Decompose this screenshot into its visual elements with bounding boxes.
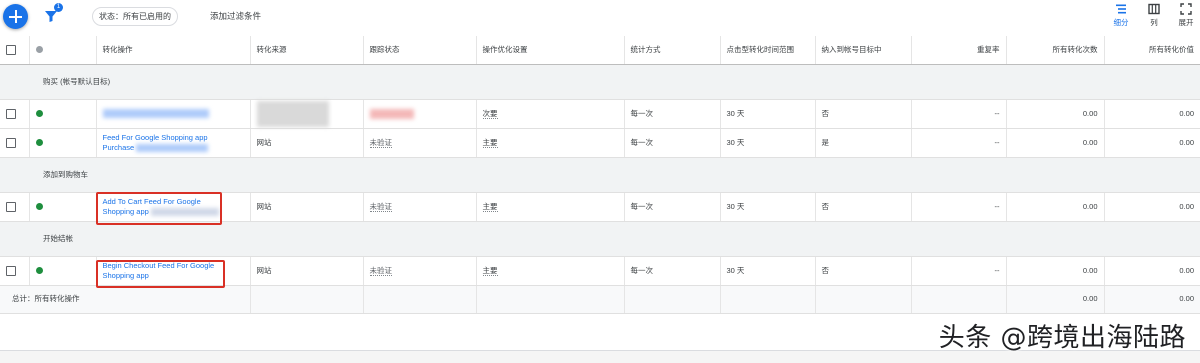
source-cell: 网站 xyxy=(250,256,364,286)
repeat-cell: -- xyxy=(911,99,1007,129)
total-label: 总计：所有转化操作 xyxy=(0,285,251,314)
status-dot-icon xyxy=(35,46,43,54)
row-checkbox[interactable] xyxy=(6,201,16,212)
window-cell: 30 天 xyxy=(720,192,816,222)
redacted-action-name xyxy=(102,109,209,119)
redacted-action-suffix xyxy=(136,143,209,152)
columns-icon xyxy=(1148,3,1160,15)
include-cell: 是 xyxy=(815,128,912,158)
repeat-cell: -- xyxy=(911,256,1007,286)
window-cell: 30 天 xyxy=(720,128,816,158)
select-all-checkbox[interactable] xyxy=(6,44,16,55)
segment-button[interactable]: 细分 xyxy=(1108,3,1134,28)
optimization-cell[interactable]: 次要 xyxy=(476,99,625,129)
section-title: 开始结帐 xyxy=(0,221,1200,257)
enabled-status-icon xyxy=(35,110,43,118)
include-cell: 否 xyxy=(815,256,912,286)
enabled-status-icon xyxy=(35,203,43,211)
section-title: 购买 (帐号默认目标) xyxy=(0,64,1200,100)
columns-button[interactable]: 列 xyxy=(1141,3,1167,28)
repeat-cell: -- xyxy=(911,192,1007,222)
all-conv-cell: 0.00 xyxy=(1006,256,1105,286)
tracking-cell: 未验证 xyxy=(363,192,477,222)
optimization-cell[interactable]: 主要 xyxy=(476,128,625,158)
action-link[interactable]: Feed For Google Shopping app xyxy=(103,133,244,143)
source-cell: 网站 xyxy=(250,128,364,158)
tracking-cell xyxy=(363,99,477,129)
watermark: 头条 @跨境出海陆路 xyxy=(938,323,1186,353)
highlight-box xyxy=(96,192,222,225)
include-cell: 否 xyxy=(815,192,912,222)
segment-icon xyxy=(1116,4,1126,14)
all-value-cell: 0.00 xyxy=(1104,99,1200,129)
all-value-cell: 0.00 xyxy=(1104,256,1200,286)
expand-label: 展开 xyxy=(1178,18,1194,27)
optimization-cell[interactable]: 主要 xyxy=(476,256,625,286)
window-cell: 30 天 xyxy=(720,256,816,286)
header-status xyxy=(29,36,97,65)
section-title: 添加到购物车 xyxy=(0,157,1200,193)
expand-button[interactable]: 展开 xyxy=(1173,3,1199,28)
segment-label: 细分 xyxy=(1113,18,1129,27)
toolbar: 1 状态：所有已启用的 添加过滤条件 细分 列 展开 xyxy=(0,0,1200,36)
row-checkbox[interactable] xyxy=(6,108,16,119)
counting-cell: 每一次 xyxy=(624,99,721,129)
all-conv-cell: 0.00 xyxy=(1006,99,1105,129)
col-counting[interactable]: 统计方式 xyxy=(624,36,721,65)
source-cell xyxy=(250,99,364,129)
col-source[interactable]: 转化来源 xyxy=(250,36,364,65)
section-header-begin-checkout: 开始结帐 xyxy=(0,221,1200,257)
enabled-status-icon xyxy=(35,267,43,275)
col-optimization[interactable]: 操作优化设置 xyxy=(476,36,625,65)
counting-cell: 每一次 xyxy=(624,128,721,158)
col-all-conversions[interactable]: 所有转化次数 xyxy=(1006,36,1105,65)
col-all-conv-value[interactable]: 所有转化价值 xyxy=(1104,36,1200,65)
row-checkbox[interactable] xyxy=(6,137,16,148)
columns-label: 列 xyxy=(1150,18,1158,27)
section-header-add-to-cart: 添加到购物车 xyxy=(0,157,1200,193)
include-cell: 否 xyxy=(815,99,912,129)
redacted-tracking xyxy=(369,108,414,119)
redacted-source xyxy=(256,100,329,127)
total-row: 总计：所有转化操作 0.00 0.00 xyxy=(0,285,1200,314)
action-link-line2[interactable]: Purchase xyxy=(103,143,244,153)
enabled-status-icon xyxy=(35,139,43,147)
counting-cell: 每一次 xyxy=(624,256,721,286)
table-row[interactable]: Feed For Google Shopping app Purchase 网站… xyxy=(0,128,1200,158)
add-filter-link[interactable]: 添加过滤条件 xyxy=(210,7,261,26)
header-row: 转化操作 转化来源 跟踪状态 操作优化设置 统计方式 点击型转化时间范围 纳入到… xyxy=(0,36,1200,65)
optimization-cell[interactable]: 主要 xyxy=(476,192,625,222)
window-cell: 30 天 xyxy=(720,99,816,129)
add-icon[interactable] xyxy=(3,4,28,29)
col-tracking-status[interactable]: 跟踪状态 xyxy=(363,36,477,65)
col-click-window[interactable]: 点击型转化时间范围 xyxy=(720,36,816,65)
total-all-conv: 0.00 xyxy=(1006,285,1105,314)
col-repeat-rate[interactable]: 重复率 xyxy=(911,36,1007,65)
tracking-cell: 未验证 xyxy=(363,256,477,286)
tracking-cell: 未验证 xyxy=(363,128,477,158)
col-include-in-goal[interactable]: 纳入到帐号目标中 xyxy=(815,36,912,65)
all-conv-cell: 0.00 xyxy=(1006,128,1105,158)
filter-count-badge: 1 xyxy=(54,3,63,12)
all-value-cell: 0.00 xyxy=(1104,192,1200,222)
action-cell[interactable]: Feed For Google Shopping app Purchase xyxy=(96,128,251,158)
all-value-cell: 0.00 xyxy=(1104,128,1200,158)
all-conv-cell: 0.00 xyxy=(1006,192,1105,222)
header-select-all[interactable] xyxy=(0,36,30,65)
source-cell: 网站 xyxy=(250,192,364,222)
col-conversion-action[interactable]: 转化操作 xyxy=(96,36,251,65)
total-all-value: 0.00 xyxy=(1104,285,1200,314)
expand-icon xyxy=(1180,3,1192,15)
repeat-cell: -- xyxy=(911,128,1007,158)
counting-cell: 每一次 xyxy=(624,192,721,222)
action-cell[interactable] xyxy=(96,99,251,129)
row-checkbox[interactable] xyxy=(6,265,16,276)
section-header-purchase: 购买 (帐号默认目标) xyxy=(0,64,1200,100)
table-row[interactable]: 次要 每一次 30 天 否 -- 0.00 0.00 xyxy=(0,99,1200,129)
status-filter-chip[interactable]: 状态：所有已启用的 xyxy=(92,7,178,26)
highlight-box xyxy=(96,260,225,288)
